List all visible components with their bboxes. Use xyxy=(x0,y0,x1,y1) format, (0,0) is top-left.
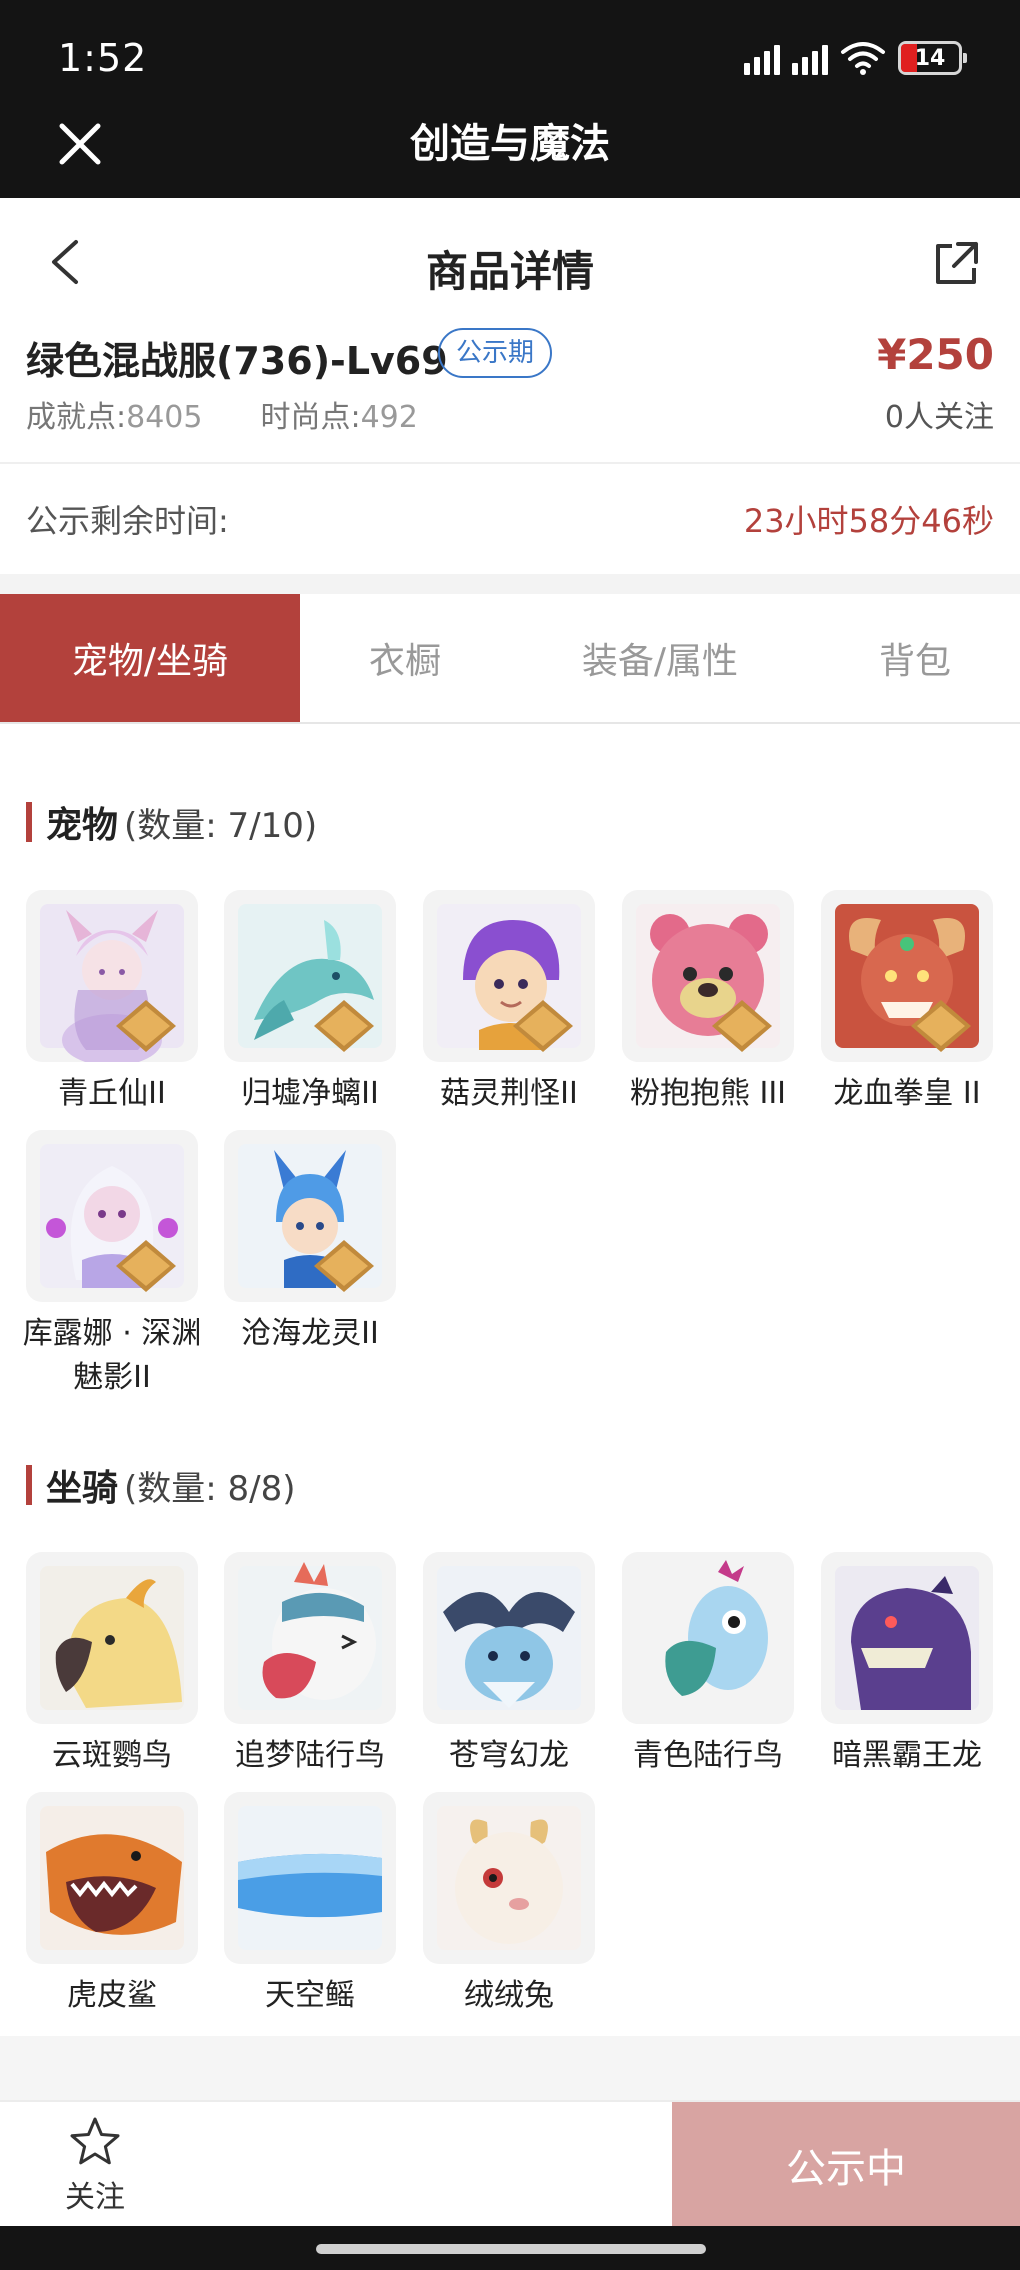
fashion-points: 时尚点:492 xyxy=(260,392,417,436)
content-footer-gap xyxy=(0,2036,1020,2100)
signal-icon-2 xyxy=(792,41,828,75)
signal-icon xyxy=(744,41,780,75)
pets-section-title: 宠物 (数量: 7/10) xyxy=(26,797,317,847)
mount-image xyxy=(26,1552,198,1724)
mount-item[interactable]: 暗黑霸王龙 xyxy=(821,1552,993,1778)
mount-image xyxy=(224,1792,396,1964)
pet-name: 龙血拳皇 II xyxy=(833,1076,981,1111)
achievement-label: 成就点: xyxy=(26,400,127,435)
pet-image xyxy=(821,890,993,1062)
mount-name: 天空鳐 xyxy=(265,1978,355,2013)
mount-item[interactable]: 青色陆行鸟 xyxy=(622,1552,794,1778)
pet-item[interactable]: 库露娜 · 深渊魅影II xyxy=(23,1130,201,1400)
pet-image xyxy=(224,1130,396,1302)
follower-count: 0人关注 xyxy=(884,400,994,435)
pet-name: 粉抱抱熊 III xyxy=(629,1076,787,1111)
star-icon xyxy=(70,2117,120,2165)
fashion-label: 时尚点: xyxy=(260,400,361,435)
pet-item[interactable]: 粉抱抱熊 III xyxy=(622,890,794,1116)
mount-item[interactable]: 天空鳐 xyxy=(224,1792,396,2018)
divider xyxy=(0,462,1020,464)
status-icons: 14 xyxy=(744,36,967,80)
battery-level: 14 xyxy=(914,45,946,71)
pet-name: 青丘仙II xyxy=(58,1076,166,1111)
status-badge: 公示期 xyxy=(438,328,553,378)
battery-icon: 14 xyxy=(898,41,967,75)
mounts-title: 坐骑 xyxy=(46,1468,119,1509)
gesture-bar-area xyxy=(0,2226,1020,2270)
pet-item[interactable]: 沧海龙灵II xyxy=(224,1130,396,1356)
mount-image xyxy=(224,1552,396,1724)
share-icon[interactable] xyxy=(928,236,984,292)
fashion-value: 492 xyxy=(360,400,418,435)
remain-time-value: 23小时58分46秒 xyxy=(743,502,994,540)
mount-name: 苍穹幻龙 xyxy=(449,1738,569,1773)
pet-item[interactable]: 龙血拳皇 II xyxy=(821,890,993,1116)
bottom-action-bar: 关注 公示中 xyxy=(0,2100,1020,2228)
pets-count: (数量: 7/10) xyxy=(124,805,318,846)
wifi-icon xyxy=(841,42,885,75)
pets-title: 宠物 xyxy=(46,805,119,846)
tab-equipment[interactable]: 装备/属性 xyxy=(510,594,810,722)
mount-image xyxy=(423,1552,595,1724)
product-name: 绿色混战服(736)-Lv69 xyxy=(26,339,448,383)
price: ¥250 xyxy=(877,330,994,379)
status-bar: 1:52 14 xyxy=(0,0,1020,110)
tab-backpack[interactable]: 背包 xyxy=(810,594,1020,722)
section-gap xyxy=(0,574,1020,594)
mount-name: 虎皮鲨 xyxy=(67,1978,157,2013)
product-stats: 成就点:8405 时尚点:492 xyxy=(26,392,418,436)
pet-name: 归墟净螭II xyxy=(241,1076,379,1111)
section-marker xyxy=(26,1465,32,1505)
mount-item[interactable]: 虎皮鲨 xyxy=(26,1792,198,2018)
achievement-value: 8405 xyxy=(126,400,203,435)
tab-wardrobe[interactable]: 衣橱 xyxy=(300,594,510,722)
follow-button[interactable]: 关注 xyxy=(40,2110,150,2220)
pet-item[interactable]: 菇灵荆怪II xyxy=(423,890,595,1116)
pet-name: 菇灵荆怪II xyxy=(440,1076,578,1111)
achievement-points: 成就点:8405 xyxy=(26,392,202,436)
pet-item[interactable]: 归墟净螭II xyxy=(224,890,396,1116)
page-title: 商品详情 xyxy=(425,247,594,296)
mount-image xyxy=(821,1552,993,1724)
public-status-button[interactable]: 公示中 xyxy=(672,2102,1020,2228)
mounts-count: (数量: 8/8) xyxy=(124,1468,296,1509)
tab-pets-mounts[interactable]: 宠物/坐骑 xyxy=(0,594,300,722)
pet-name: 库露娜 · 深渊魅影II xyxy=(22,1316,202,1395)
app-bar: 创造与魔法 xyxy=(0,110,1020,198)
mount-image xyxy=(26,1792,198,1964)
app-title: 创造与魔法 xyxy=(410,121,610,167)
follow-label: 关注 xyxy=(65,2180,125,2215)
mount-name: 追梦陆行鸟 xyxy=(235,1738,385,1773)
pet-image xyxy=(26,1130,198,1302)
mount-name: 暗黑霸王龙 xyxy=(832,1738,982,1773)
mount-name: 绒绒兔 xyxy=(464,1978,554,2013)
mount-item[interactable]: 绒绒兔 xyxy=(423,1792,595,2018)
mount-item[interactable]: 追梦陆行鸟 xyxy=(224,1552,396,1778)
mount-name: 青色陆行鸟 xyxy=(633,1738,783,1773)
home-indicator[interactable] xyxy=(316,2244,706,2254)
section-marker xyxy=(26,802,32,842)
mounts-section-title: 坐骑 (数量: 8/8) xyxy=(26,1460,296,1510)
pet-item[interactable]: 青丘仙II xyxy=(26,890,198,1116)
mount-image xyxy=(423,1792,595,1964)
pet-image xyxy=(622,890,794,1062)
remain-time-label: 公示剩余时间: xyxy=(26,502,229,540)
mount-image xyxy=(622,1552,794,1724)
mount-item[interactable]: 苍穹幻龙 xyxy=(423,1552,595,1778)
nav-header: 商品详情 xyxy=(0,198,1020,330)
pet-name: 沧海龙灵II xyxy=(241,1316,379,1351)
mount-item[interactable]: 云斑鹦鸟 xyxy=(26,1552,198,1778)
pet-image xyxy=(26,890,198,1062)
tab-bar: 宠物/坐骑 衣橱 装备/属性 背包 xyxy=(0,594,1020,724)
mount-name: 云斑鹦鸟 xyxy=(52,1738,172,1773)
pet-image xyxy=(224,890,396,1062)
status-time: 1:52 xyxy=(58,36,148,80)
pet-image xyxy=(423,890,595,1062)
